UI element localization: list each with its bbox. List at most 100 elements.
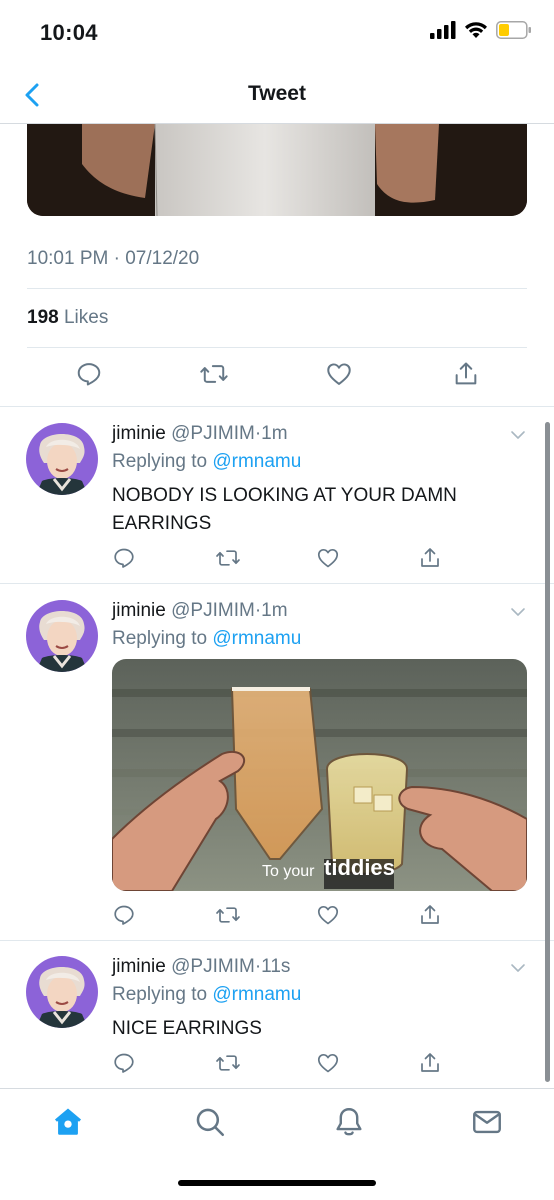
replying-to: Replying to @rmnamu <box>112 628 301 650</box>
chevron-down-icon <box>511 431 525 439</box>
reply-button[interactable] <box>112 903 136 927</box>
share-button[interactable] <box>418 903 442 927</box>
speech-bubble-icon <box>114 905 134 925</box>
reply-button[interactable] <box>75 360 105 390</box>
share-button[interactable] <box>452 360 482 390</box>
scrollbar[interactable] <box>545 422 550 1082</box>
cellular-signal-icon <box>430 21 456 39</box>
reply-time: 1m <box>261 600 288 621</box>
heart-icon <box>317 548 339 568</box>
user-handle: @PJIMIM <box>171 423 255 444</box>
reply-actions <box>112 903 442 929</box>
retweet-button[interactable] <box>215 1051 240 1075</box>
mention-link[interactable]: @rmnamu <box>212 628 301 649</box>
replying-to: Replying to @rmnamu <box>112 451 301 473</box>
search-icon <box>196 1108 225 1137</box>
like-button[interactable] <box>325 360 355 390</box>
likes-label: Likes <box>63 307 109 328</box>
divider <box>27 347 527 348</box>
reply-header: jiminie @PJIMIM·1m <box>112 423 288 445</box>
replying-prefix: Replying to <box>112 628 208 649</box>
like-button[interactable] <box>316 1051 340 1075</box>
replying-prefix: Replying to <box>112 451 208 472</box>
reply-tweet[interactable]: jiminie @PJIMIM·11s Replying to @rmnamu … <box>0 956 554 1086</box>
chevron-down-icon <box>511 608 525 616</box>
nav-bar: Tweet <box>0 66 554 124</box>
user-handle: @PJIMIM <box>171 600 255 621</box>
tweet-menu-button[interactable] <box>510 960 526 976</box>
display-name[interactable]: jiminie <box>112 600 166 621</box>
divider <box>0 406 554 407</box>
retweet-button[interactable] <box>215 546 240 570</box>
battery-icon <box>496 21 531 39</box>
speech-bubble-icon <box>114 548 134 568</box>
reply-time: 11s <box>261 956 291 977</box>
reply-header: jiminie @PJIMIM·11s <box>112 956 290 978</box>
reply-actions <box>112 546 442 572</box>
tab-search[interactable] <box>193 1105 227 1139</box>
reply-header: jiminie @PJIMIM·1m <box>112 600 288 622</box>
bell-icon <box>336 1108 362 1136</box>
heart-icon <box>317 1053 339 1073</box>
replying-to: Replying to @rmnamu <box>112 984 301 1006</box>
likes-number: 198 <box>27 307 59 328</box>
heart-icon <box>327 363 351 385</box>
likes-count[interactable]: 198 Likes <box>27 307 108 329</box>
speech-bubble-icon <box>114 1053 134 1073</box>
speech-bubble-icon <box>77 363 101 386</box>
reply-text: NICE EARRINGS <box>112 1018 262 1039</box>
mention-link[interactable]: @rmnamu <box>212 984 301 1005</box>
heart-icon <box>317 905 339 925</box>
tab-notifications[interactable] <box>332 1105 366 1139</box>
divider <box>27 288 527 289</box>
display-name[interactable]: jiminie <box>112 956 166 977</box>
media-caption: To your <box>262 863 315 880</box>
tweet-timestamp: 10:01 PM · 07/12/20 <box>27 248 200 269</box>
home-indicator[interactable] <box>178 1180 376 1186</box>
status-bar: 10:04 <box>0 0 554 66</box>
avatar[interactable] <box>26 423 98 495</box>
reply-media-image[interactable]: To your tiddies <box>112 659 527 891</box>
avatar[interactable] <box>26 600 98 672</box>
retweet-icon <box>200 365 228 383</box>
share-icon <box>421 905 439 924</box>
tab-home[interactable] <box>51 1105 85 1139</box>
retweet-button[interactable] <box>199 360 229 390</box>
media-caption: tiddies <box>324 855 395 880</box>
retweet-icon <box>216 907 240 923</box>
tab-messages[interactable] <box>470 1105 504 1139</box>
reply-tweet[interactable]: jiminie @PJIMIM·1m Replying to @rmnamu N… <box>0 423 554 583</box>
chevron-down-icon <box>511 964 525 972</box>
tweet-menu-button[interactable] <box>510 427 526 443</box>
status-time: 10:04 <box>40 20 98 45</box>
retweet-button[interactable] <box>215 903 240 927</box>
display-name[interactable]: jiminie <box>112 423 166 444</box>
status-icons <box>430 21 532 39</box>
reply-button[interactable] <box>112 546 136 570</box>
wifi-icon <box>465 22 487 38</box>
like-button[interactable] <box>316 903 340 927</box>
share-icon <box>421 1053 439 1072</box>
tweet-media-image[interactable] <box>27 124 527 216</box>
mention-link[interactable]: @rmnamu <box>212 451 301 472</box>
page-title: Tweet <box>248 82 306 105</box>
tweet-menu-button[interactable] <box>510 604 526 620</box>
reply-text: NOBODY IS LOOKING AT YOUR DAMN EARRINGS <box>112 485 457 534</box>
tweet-actions <box>27 360 527 394</box>
like-button[interactable] <box>316 546 340 570</box>
retweet-icon <box>216 550 240 566</box>
divider <box>0 940 554 941</box>
reply-button[interactable] <box>112 1051 136 1075</box>
share-button[interactable] <box>418 546 442 570</box>
reply-actions <box>112 1051 442 1077</box>
divider <box>0 583 554 584</box>
share-button[interactable] <box>418 1051 442 1075</box>
retweet-icon <box>216 1055 240 1071</box>
mail-icon <box>473 1110 501 1134</box>
reply-tweet[interactable]: jiminie @PJIMIM·1m Replying to @rmnamu T… <box>0 600 554 940</box>
replying-prefix: Replying to <box>112 984 208 1005</box>
reply-time: 1m <box>261 423 288 444</box>
user-handle: @PJIMIM <box>171 956 255 977</box>
avatar[interactable] <box>26 956 98 1028</box>
share-icon <box>455 362 477 385</box>
